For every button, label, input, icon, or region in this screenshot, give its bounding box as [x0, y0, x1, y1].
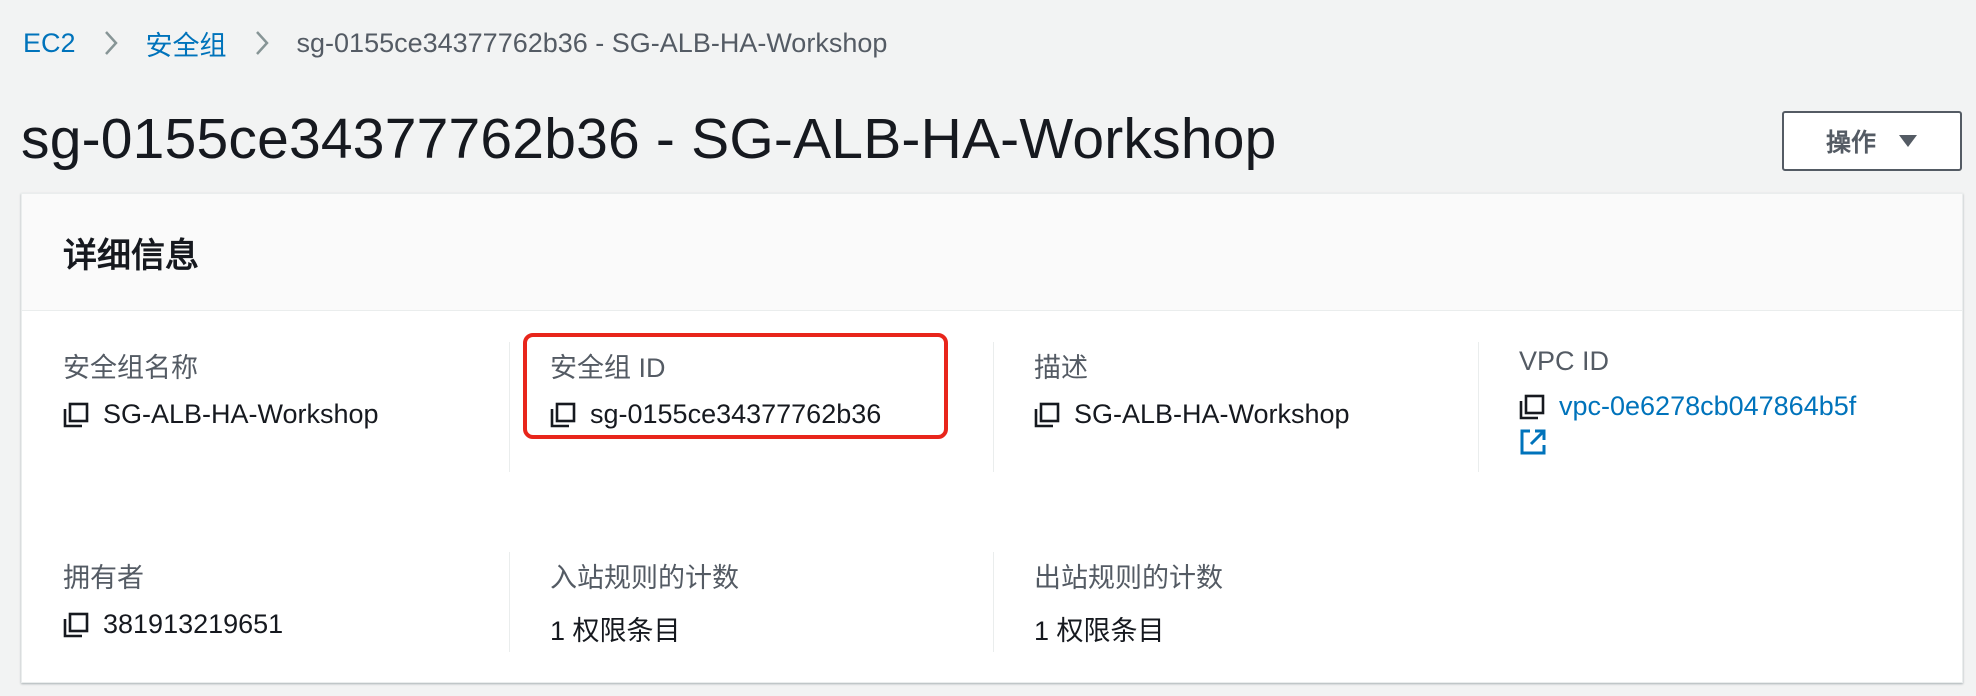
- actions-button-label: 操作: [1825, 129, 1876, 157]
- field-owner: 拥有者 381913219651: [63, 556, 283, 640]
- copy-icon[interactable]: [1519, 394, 1545, 420]
- inbound-count-value: 1 权限条目: [550, 616, 681, 646]
- chevron-right-icon: [255, 30, 269, 56]
- column-divider: [993, 342, 994, 472]
- breadcrumb-current: sg-0155ce34377762b36 - SG-ALB-HA-Worksho…: [296, 27, 888, 58]
- owner-value: 381913219651: [103, 609, 284, 639]
- column-divider: [509, 552, 510, 652]
- copy-icon[interactable]: [63, 612, 89, 638]
- column-divider: [509, 342, 510, 472]
- field-description: 描述 SG-ALB-HA-Workshop: [1034, 346, 1350, 430]
- sg-name-value: SG-ALB-HA-Workshop: [103, 399, 379, 429]
- breadcrumb-ec2[interactable]: EC2: [23, 28, 76, 59]
- actions-button[interactable]: 操作: [1782, 111, 1962, 171]
- outbound-count-value: 1 权限条目: [1034, 616, 1165, 646]
- details-panel: 详细信息 安全组名称 SG-ALB-HA-Workshop 安全组 ID sg-…: [21, 193, 1963, 683]
- vpc-id-label: VPC ID: [1519, 346, 1610, 376]
- inbound-count-label: 入站规则的计数: [550, 563, 739, 593]
- field-vpc-id: VPC ID vpc-0e6278cb047864b5f: [1519, 346, 1856, 461]
- description-label: 描述: [1034, 353, 1088, 383]
- owner-value-row: 381913219651: [63, 609, 283, 640]
- caret-down-icon: [1898, 134, 1918, 148]
- description-value-row: SG-ALB-HA-Workshop: [1034, 399, 1350, 430]
- copy-icon[interactable]: [63, 402, 89, 428]
- field-inbound-count: 入站规则的计数 1 权限条目: [550, 556, 739, 648]
- field-sg-name: 安全组名称 SG-ALB-HA-Workshop: [63, 346, 379, 430]
- highlight-box: [523, 333, 948, 439]
- column-divider: [993, 552, 994, 652]
- vpc-id-value-row: vpc-0e6278cb047864b5f: [1519, 391, 1856, 422]
- vpc-id-link[interactable]: vpc-0e6278cb047864b5f: [1559, 391, 1856, 422]
- outbound-count-label: 出站规则的计数: [1034, 563, 1223, 593]
- breadcrumb-security-groups[interactable]: 安全组: [146, 24, 227, 63]
- owner-label: 拥有者: [63, 563, 144, 593]
- description-value: SG-ALB-HA-Workshop: [1074, 399, 1350, 429]
- breadcrumb: EC2 安全组 sg-0155ce34377762b36 - SG-ALB-HA…: [23, 24, 887, 62]
- details-panel-title: 详细信息: [63, 236, 199, 275]
- external-link-icon[interactable]: [1519, 428, 1547, 456]
- chevron-right-icon: [104, 30, 118, 56]
- copy-icon[interactable]: [1034, 402, 1060, 428]
- column-divider: [1478, 342, 1479, 472]
- sg-name-label: 安全组名称: [63, 353, 198, 383]
- details-panel-header: 详细信息: [22, 194, 1962, 311]
- field-outbound-count: 出站规则的计数 1 权限条目: [1034, 556, 1223, 648]
- sg-name-value-row: SG-ALB-HA-Workshop: [63, 399, 379, 430]
- page-title: sg-0155ce34377762b36 - SG-ALB-HA-Worksho…: [21, 107, 1277, 171]
